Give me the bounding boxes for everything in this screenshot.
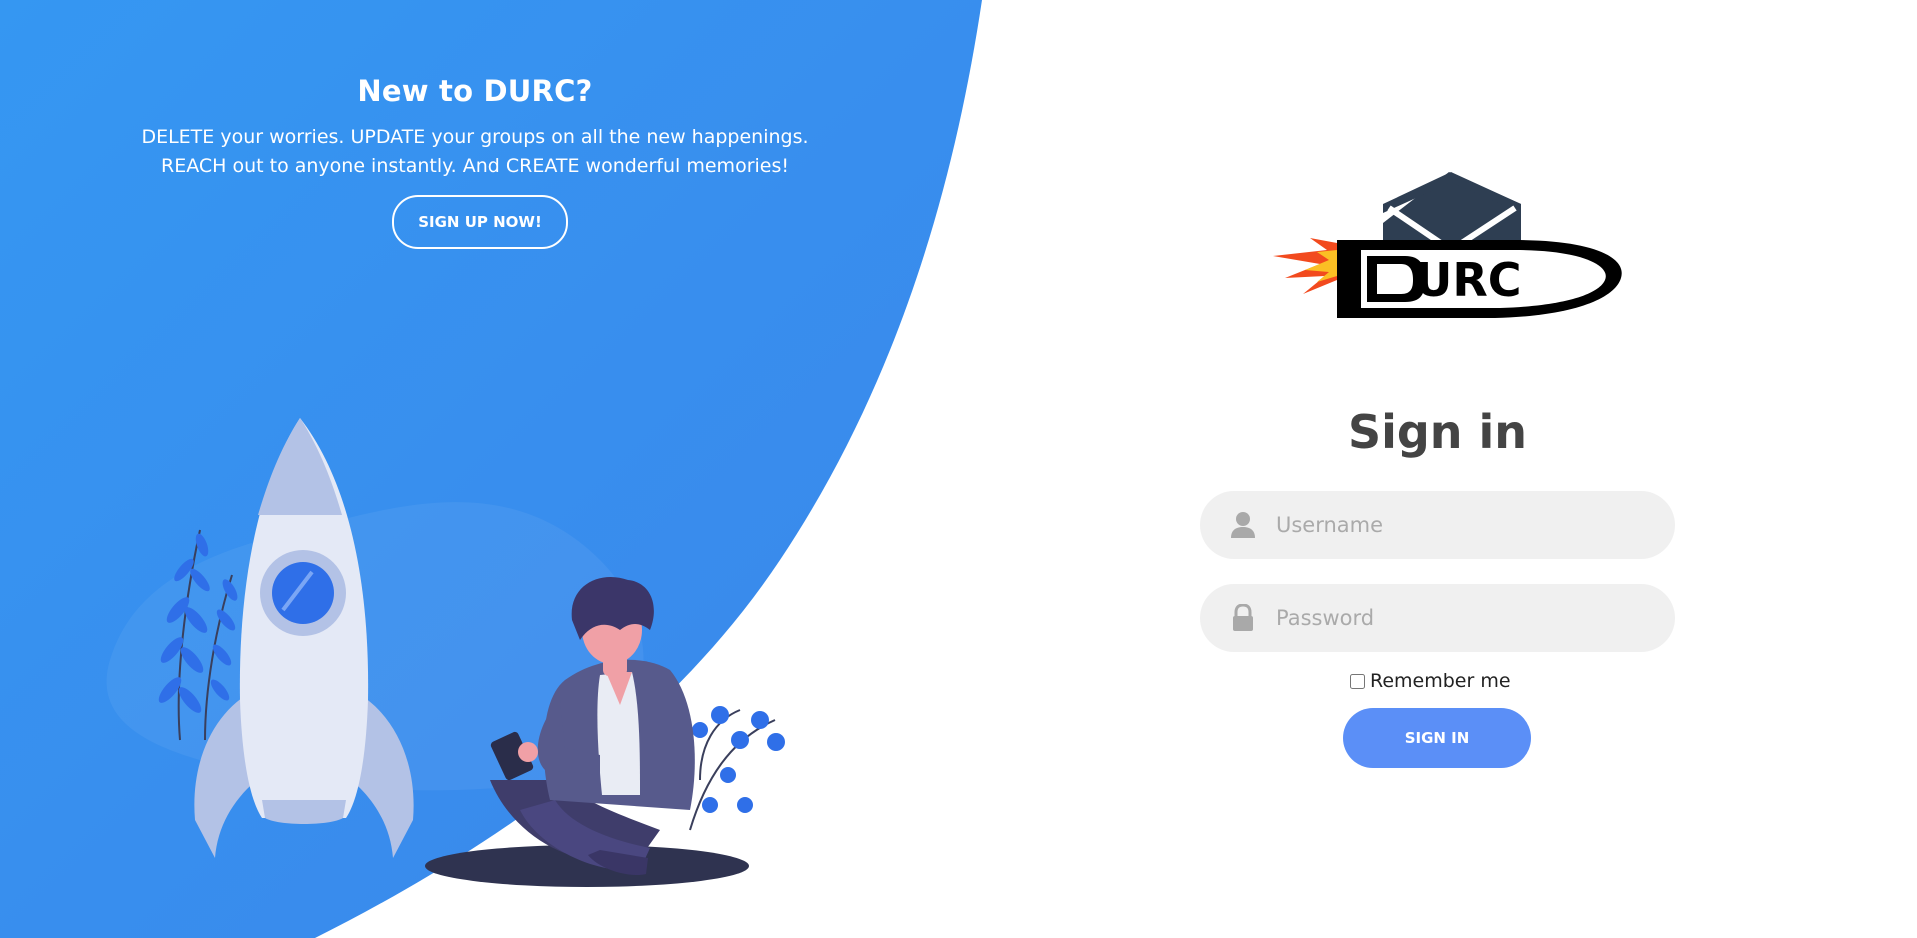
remember-me: Remember me [1350,668,1511,694]
promo-title: New to DURC? [357,74,593,108]
durc-logo: URC [1273,172,1622,318]
lock-icon [1233,604,1253,631]
right-plant [689,706,785,831]
promo-line-1: DELETE your worries. UPDATE your groups … [141,126,809,148]
logo-text: URC [1415,253,1522,307]
envelope-icon [1383,172,1521,254]
password-field [1200,584,1675,652]
promo-section: New to DURC? DELETE your worries. UPDATE… [0,0,950,260]
username-field [1200,491,1675,559]
signin-button[interactable]: SIGN IN [1343,708,1531,768]
user-icon [1231,512,1255,538]
password-input[interactable] [1276,584,1656,652]
flame-icon [1273,238,1337,294]
signin-title: Sign in [1347,405,1528,459]
login-page: New to DURC? DELETE your worries. UPDATE… [0,0,1917,938]
remember-me-label: Remember me [1370,670,1511,692]
signup-button[interactable]: SIGN UP NOW! [392,195,568,249]
promo-line-2: REACH out to anyone instantly. And CREAT… [161,155,789,177]
username-input[interactable] [1276,491,1656,559]
remember-me-checkbox[interactable] [1350,673,1365,689]
